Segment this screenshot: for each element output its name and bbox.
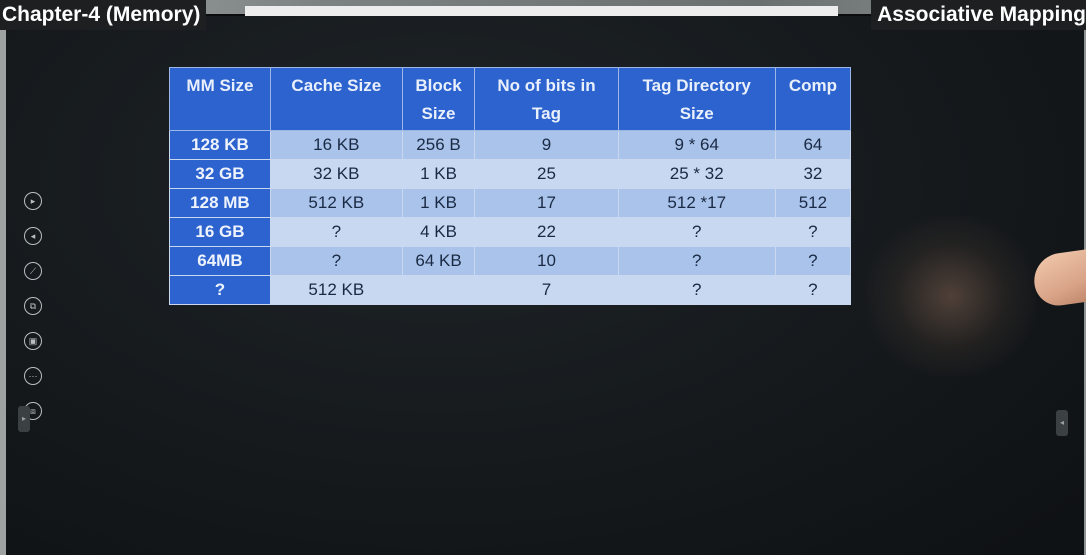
table-cell [401,275,476,305]
table-cell: ? [774,217,852,247]
table-cell: 32 KB [269,159,403,189]
table-cell: 4 KB [401,217,476,247]
table-cell: 22 [474,217,619,247]
row-header-cell: 64MB [169,246,271,276]
row-header-cell: 128 KB [169,130,271,160]
column-header: Block Size [401,67,476,131]
table-cell: 512 KB [269,275,403,305]
table-cell: 1 KB [401,159,476,189]
expand-right-tab[interactable]: ◂ [1056,410,1068,436]
column-header: No of bits in Tag [474,67,619,131]
table-row: 16 GB? 4 KB 22?? [169,217,852,247]
table-cell: 64 [774,130,852,160]
table-body: 128 KB 16 KB 256 B99 * 64 64 32 GB 32 KB 1 KB 2… [169,130,852,305]
row-header-cell: 32 GB [169,159,271,189]
table-cell: 32 [774,159,852,189]
more-icon[interactable]: ⋯ [24,367,42,385]
table-row: 32 GB 32 KB 1 KB 25 25 * 32 32 [169,159,852,189]
table-cell: 9 * 64 [617,130,776,160]
table-cell: 512 KB [269,188,403,218]
topic-title: Associative Mapping [871,0,1086,30]
title-bar: Chapter-4 (Memory) Associative Mapping [0,0,1086,30]
table-row: ? 512 KB 7?? [169,275,852,305]
column-header-line: Tag Directory [642,76,751,95]
table-cell: 17 [474,188,619,218]
table-cell: 25 * 32 [617,159,776,189]
chapter-title: Chapter-4 (Memory) [0,0,207,30]
table-cell: ? [774,275,852,305]
table-header-row: MM Size Cache Size Block Size No of bits in T… [169,67,852,131]
associative-mapping-table: MM Size Cache Size Block Size No of bits in T… [169,67,852,305]
table-cell: 512 [774,188,852,218]
column-header-line: Tag [532,104,561,123]
row-header-cell: 128 MB [169,188,271,218]
presentation-screen: Chapter-4 (Memory) Associative Mapping ▸… [0,0,1086,555]
column-header-line: No of bits in [497,76,596,95]
table-cell: ? [269,246,403,276]
table-row: 128 MB 512 KB 1 KB 17 512 *17 512 [169,188,852,218]
side-toolbar: ▸ ◂ ⟋ ⧉ ▣ ⋯ ⧈ [20,192,44,432]
column-header: Comp [774,67,852,131]
expand-left-tab[interactable]: ▸ [18,406,30,432]
table-cell: 256 B [401,130,476,160]
copy-icon[interactable]: ⧉ [24,297,42,315]
table-cell: 7 [474,275,619,305]
column-header: Tag Directory Size [617,67,776,131]
column-header: MM Size [169,67,271,131]
column-header-line: MM Size [186,76,254,95]
screenshot-icon[interactable]: ▣ [24,332,42,350]
previous-page-icon[interactable]: ◂ [24,227,42,245]
table-cell: 9 [474,130,619,160]
column-header-line: Size [421,104,456,123]
pen-icon[interactable]: ⟋ [24,262,42,280]
table-cell: ? [774,246,852,276]
table-cell: 64 KB [401,246,476,276]
table-row: 128 KB 16 KB 256 B99 * 64 64 [169,130,852,160]
next-page-icon[interactable]: ▸ [24,192,42,210]
table-cell: ? [617,246,776,276]
table-cell: ? [617,275,776,305]
column-header: Cache Size [269,67,403,131]
hand-reflection [866,216,1036,376]
table-cell: 10 [474,246,619,276]
title-strip [245,6,838,16]
column-header-line: Size [679,104,714,123]
table-cell: 16 KB [269,130,403,160]
column-header-line: Block [415,76,462,95]
row-header-cell: 16 GB [169,217,271,247]
table-cell: ? [617,217,776,247]
table-cell: 25 [474,159,619,189]
column-header-line: Cache Size [291,76,382,95]
table-cell: 1 KB [401,188,476,218]
table-row: 64MB? 64 KB 10?? [169,246,852,276]
table-cell: 512 *17 [617,188,776,218]
row-header-cell: ? [169,275,271,305]
table-cell: ? [269,217,403,247]
column-header-line: Comp [788,76,837,95]
